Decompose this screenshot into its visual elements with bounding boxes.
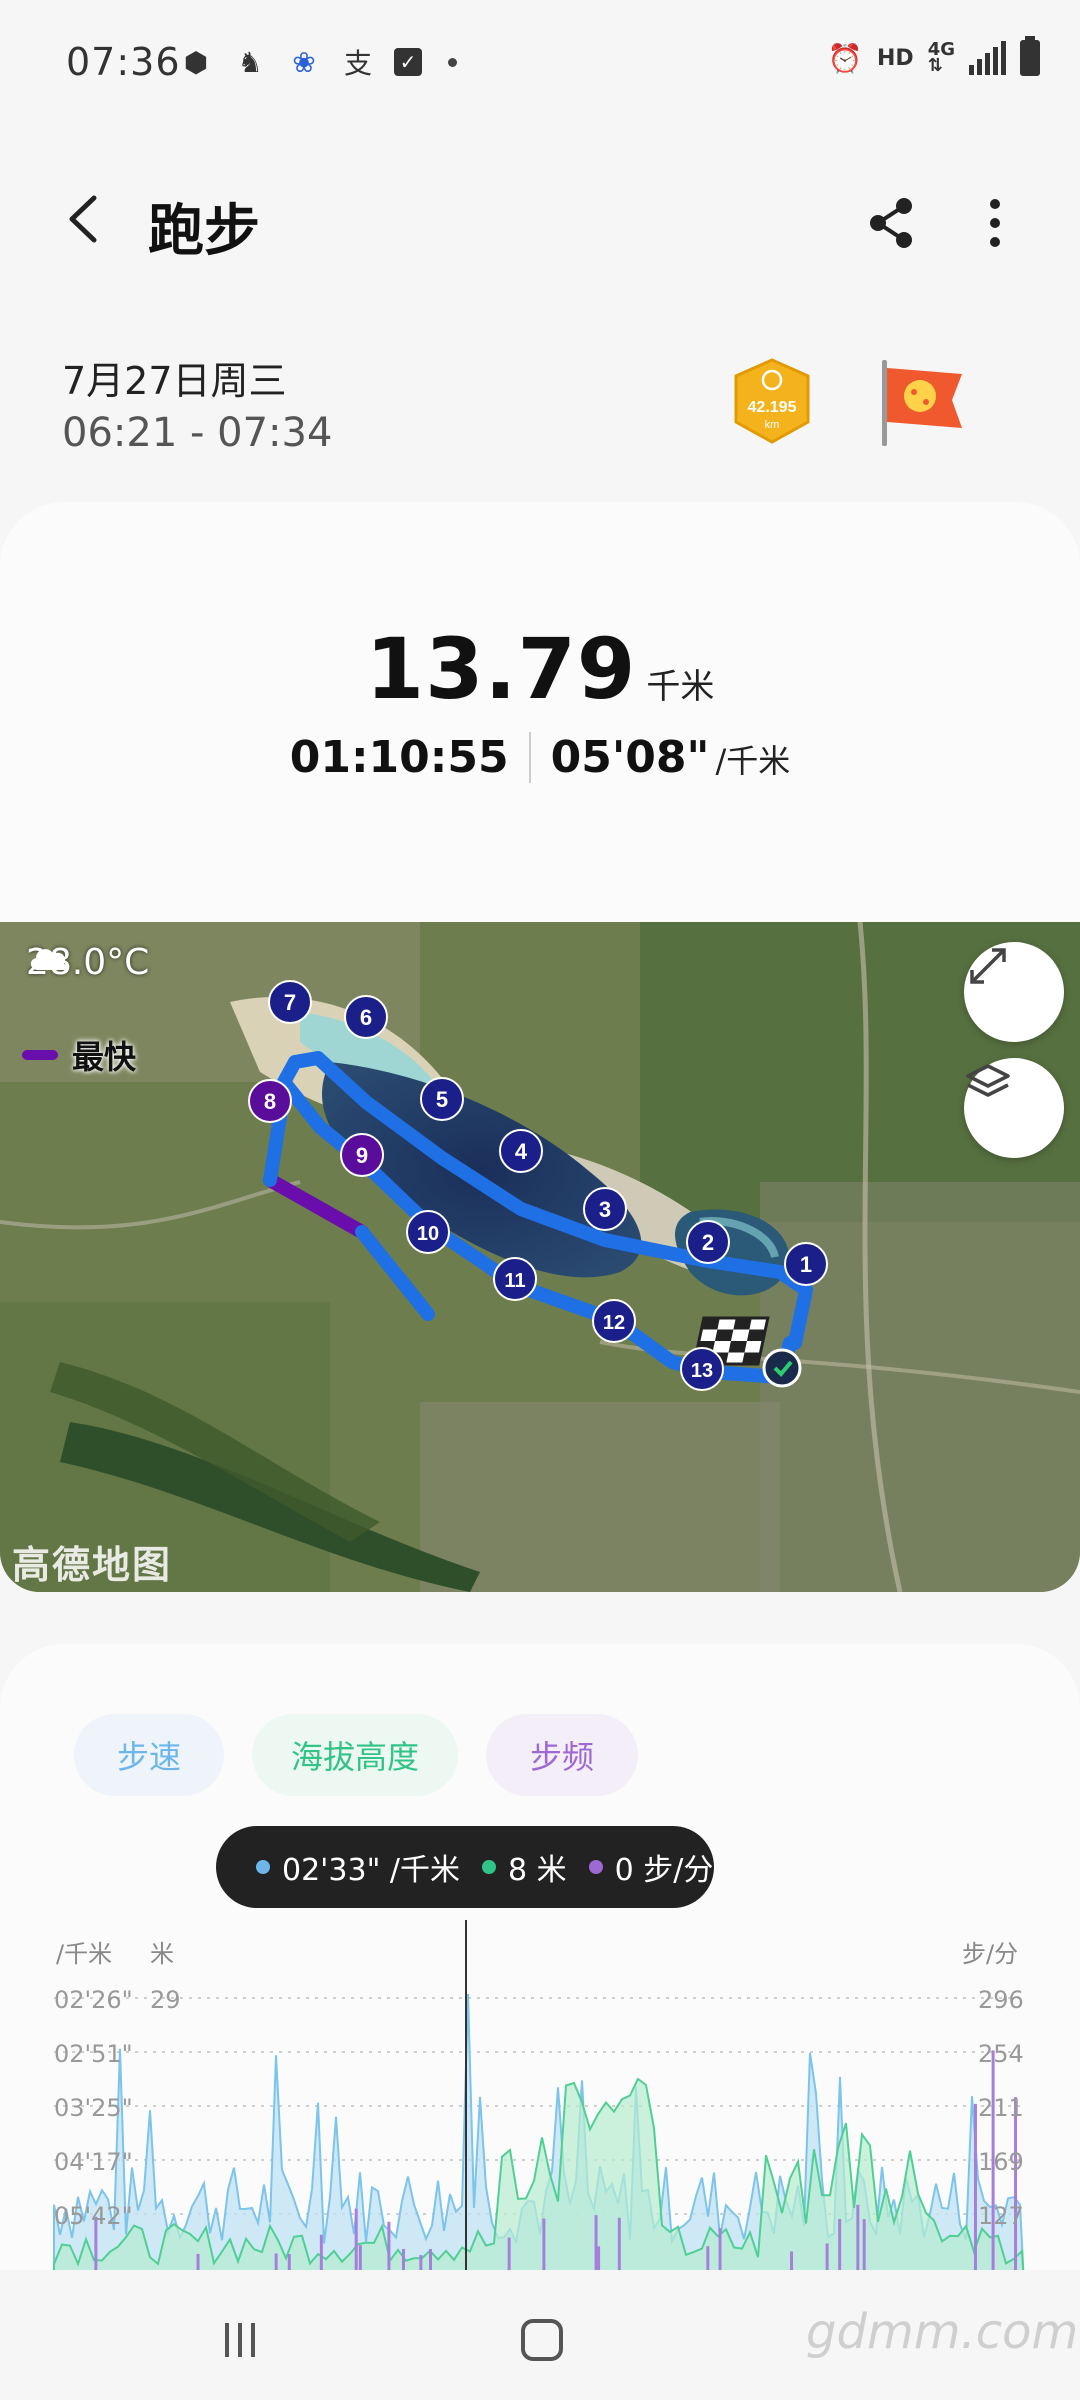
recent-apps-button[interactable]: [200, 2300, 280, 2380]
cadence-tick: 254: [978, 2040, 1024, 2068]
cadence-tick: 127: [978, 2202, 1024, 2230]
home-button[interactable]: [502, 2300, 582, 2380]
status-time: 07:36: [66, 40, 181, 84]
more-vert-icon: [990, 199, 1000, 247]
notification-icons: ⬢ ♞ ❀ 支 ✓: [178, 44, 457, 80]
home-icon: [521, 2319, 563, 2361]
hd-icon: HD: [877, 45, 914, 71]
altitude-tick: 29: [150, 1986, 181, 2014]
chart-tooltip: 02'33" /千米 8 米 0 步/分: [216, 1826, 714, 1908]
medal-unit: km: [765, 419, 780, 431]
recent-apps-icon: [225, 2323, 255, 2357]
app-notification-icon: ⬢: [183, 45, 209, 79]
route-flag-badge[interactable]: [876, 356, 968, 448]
medal-icon: 42.195 km: [734, 358, 810, 444]
system-nav-bar: gdmm.com: [0, 2270, 1080, 2400]
pace-unit: /千米: [715, 742, 791, 780]
pace-tick: 05'42": [54, 2202, 133, 2230]
satellite-map: 12345678910111213: [0, 922, 1080, 1592]
signal-icon: [969, 41, 1006, 75]
pace-tick: 04'17": [54, 2148, 133, 2176]
pace-tick: 02'51": [54, 2040, 133, 2068]
altitude-series: [53, 2077, 1026, 2284]
app-notification-icon: ♞: [237, 45, 263, 79]
start-point-icon: [762, 1348, 802, 1388]
tooltip-pace: 02'33" /千米: [282, 1853, 461, 1888]
layers-icon: [966, 1064, 1010, 1097]
amap-logo: 高德地图: [12, 1543, 173, 1587]
summary-card: 13.79 千米 01:10:55 05'08" /千米: [0, 502, 1080, 922]
km-marker-label: 3: [599, 1197, 611, 1222]
alipay-icon: 支: [343, 47, 372, 80]
share-button[interactable]: [856, 188, 926, 258]
weather: 28.0°C: [26, 942, 149, 983]
checkbox-icon: ✓: [394, 48, 422, 76]
cadence-tick: 169: [978, 2148, 1024, 2176]
chart-card: 步速 海拔高度 步频 02'33" /千米 8 米 0 步/分 /千米 米 步/…: [0, 1644, 1080, 2284]
marathon-medal-badge[interactable]: 42.195 km: [728, 358, 816, 446]
tooltip-altitude: 8 米: [508, 1853, 567, 1888]
altitude-dot: [482, 1860, 497, 1874]
stats-row: 01:10:55 05'08" /千米: [0, 732, 1080, 783]
watermark: gdmm.com: [806, 2304, 1079, 2360]
km-marker-label: 1: [800, 1252, 812, 1277]
route-map[interactable]: 1 2 3 4 5 6 7 8 9 10 11 12 13 28.0°C 最快 高德地图: [0, 922, 1080, 1592]
network-type-icon: 4G ⇅: [927, 39, 955, 76]
km-marker-label: 12: [603, 1312, 625, 1334]
fastest-legend-label: 最快: [72, 1038, 137, 1076]
battery-icon: [1020, 36, 1040, 76]
km-marker-label: 13: [691, 1360, 713, 1382]
fastest-legend-swatch: [22, 1050, 58, 1060]
altitude-axis-unit: 米: [150, 1940, 174, 1968]
workout-date: 7月27日周三: [62, 359, 287, 403]
pace-tick: 02'26": [54, 1986, 133, 2014]
pace-value: 05'08": [550, 732, 710, 783]
back-arrow-icon: [69, 195, 97, 243]
km-marker-label: 4: [515, 1139, 528, 1164]
app-bar: 跑步: [0, 160, 1080, 280]
km-marker-label: 10: [417, 1223, 439, 1245]
back-button[interactable]: [52, 184, 122, 254]
expand-map-button[interactable]: [964, 942, 1064, 1042]
workout-time-range: 06:21 - 07:34: [62, 410, 333, 456]
km-marker-label: 9: [356, 1143, 368, 1168]
km-marker-label: 11: [504, 1270, 525, 1292]
status-bar: 07:36 ⬢ ♞ ❀ 支 ✓ ⏰ HD 4G ⇅: [0, 0, 1080, 130]
distance-unit: 千米: [646, 667, 715, 707]
pace-dot: [256, 1860, 270, 1874]
pace-tick: 03'25": [54, 2094, 133, 2122]
more-notifications-icon: [448, 57, 457, 67]
cadence-dot: [588, 1860, 603, 1874]
pace-axis-unit: /千米: [56, 1940, 113, 1968]
system-icons: ⏰ HD 4G ⇅: [827, 36, 1040, 76]
km-marker-label: 2: [702, 1230, 714, 1255]
km-marker-label: 5: [436, 1087, 448, 1112]
distance: 13.79 千米: [0, 620, 1080, 718]
flag-icon: [882, 360, 962, 446]
cadence-axis-unit: 步/分: [962, 1940, 1019, 1968]
more-options-button[interactable]: [960, 188, 1030, 258]
km-marker-label: 7: [284, 990, 296, 1015]
baidu-icon: ❀: [292, 45, 316, 79]
duration-value: 01:10:55: [290, 732, 531, 783]
cloud-icon: [30, 949, 68, 970]
alarm-icon: ⏰: [827, 41, 863, 75]
cadence-tick: 296: [978, 1986, 1024, 2014]
share-icon: [870, 198, 912, 248]
medal-value: 42.195: [748, 399, 797, 416]
map-layers-button[interactable]: [964, 1058, 1064, 1158]
page-title: 跑步: [148, 199, 260, 264]
km-marker-label: 6: [360, 1005, 372, 1030]
cadence-tick: 211: [978, 2094, 1024, 2122]
expand-icon: [970, 948, 1006, 984]
tooltip-cadence: 0 步/分: [614, 1853, 714, 1888]
fastest-legend: 最快: [22, 1032, 136, 1078]
km-marker-label: 8: [264, 1089, 276, 1114]
distance-value: 13.79: [365, 620, 637, 718]
